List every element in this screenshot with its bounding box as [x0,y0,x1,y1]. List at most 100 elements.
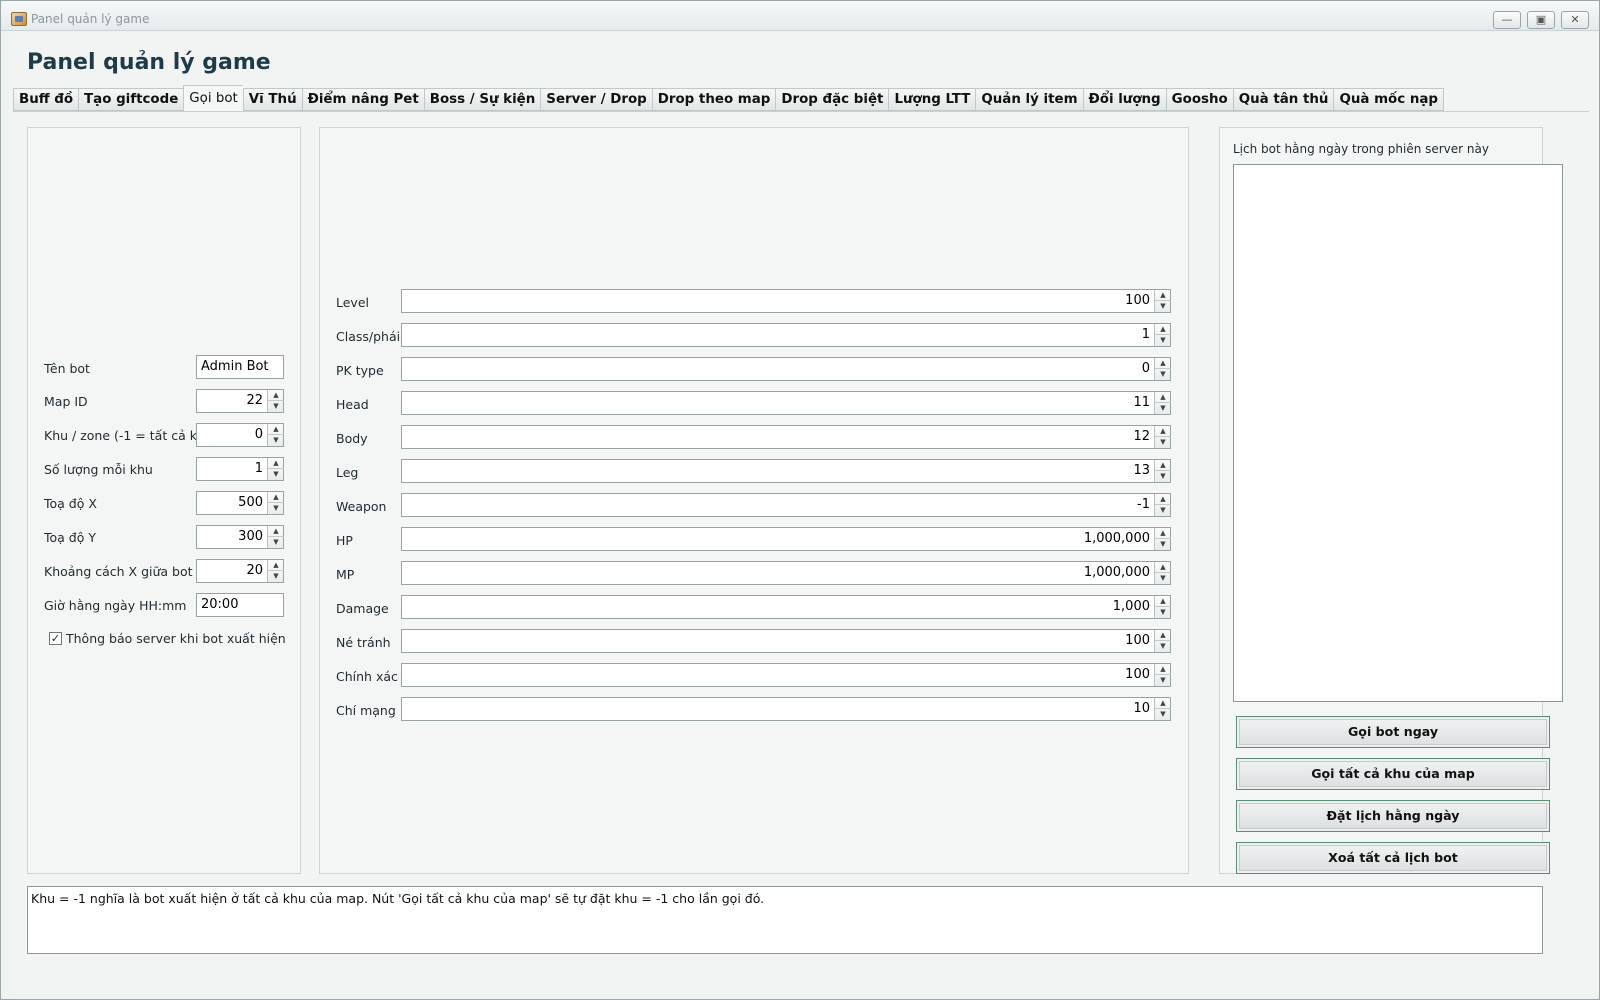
tab-boss-su-kien[interactable]: Boss / Sự kiện [423,88,541,111]
spin-down-icon[interactable]: ▼ [268,435,284,446]
spin-up-icon[interactable]: ▲ [1155,698,1171,709]
zone-spinner[interactable]: 0 ▲ ▼ [196,423,284,447]
spin-up-icon[interactable]: ▲ [1155,426,1171,437]
stat-spinner-pk-type[interactable]: 0 ▲ ▼ [401,357,1171,381]
spin-down-icon[interactable]: ▼ [268,571,284,582]
stat-spinner-damage[interactable]: 1,000 ▲ ▼ [401,595,1171,619]
spin-down-icon[interactable]: ▼ [1155,505,1171,516]
bot-stats-panel: Level 100 ▲ ▼ Class/phái 1 ▲ ▼ PK type 0 ▲ ▼ H… [319,127,1189,874]
bot-spacing-spinner[interactable]: 20 ▲ ▼ [196,559,284,583]
stat-spinner-body[interactable]: 12 ▲ ▼ [401,425,1171,449]
call-all-zones-button[interactable]: Gọi tất cả khu của map [1236,758,1550,790]
spin-down-icon[interactable]: ▼ [268,537,284,548]
spin-up-icon[interactable]: ▲ [1155,324,1171,335]
spin-down-icon[interactable]: ▼ [1155,641,1171,652]
map-id-spinner[interactable]: 22 ▲ ▼ [196,389,284,413]
tab-buff-do[interactable]: Buff đồ [13,88,79,111]
tab-drop-theo-map[interactable]: Drop theo map [651,88,776,111]
title-bar[interactable]: Panel quản lý game — ▣ ✕ [1,1,1599,31]
stat-spinner-dodge[interactable]: 100 ▲ ▼ [401,629,1171,653]
spin-up-icon[interactable]: ▲ [1155,290,1171,301]
spin-up-icon[interactable]: ▲ [1155,562,1171,573]
stat-label-accuracy: Chính xác [336,669,398,684]
spin-down-icon[interactable]: ▼ [1155,335,1171,346]
bot-settings-panel: Tên bot Admin Bot Map ID 22 ▲ ▼ Khu / zon… [27,127,301,874]
spin-up-icon[interactable]: ▲ [268,492,284,503]
bot-name-label: Tên bot [44,361,90,376]
stat-value-head: 11 [1133,395,1150,410]
notify-checkbox[interactable]: ✓ [49,632,62,645]
spin-down-icon[interactable]: ▼ [1155,675,1171,686]
spin-up-icon[interactable]: ▲ [268,390,284,401]
spin-up-icon[interactable]: ▲ [1155,664,1171,675]
stat-label-head: Head [336,397,369,412]
tab-doi-luong[interactable]: Đổi lượng [1082,88,1166,111]
spin-down-icon[interactable]: ▼ [268,503,284,514]
status-textarea[interactable]: Khu = -1 nghĩa là bot xuất hiện ở tất cả… [27,886,1543,954]
spin-up-icon[interactable]: ▲ [1155,528,1171,539]
count-spinner[interactable]: 1 ▲ ▼ [196,457,284,481]
tab-goi-bot[interactable]: Gọi bot [183,85,243,111]
tab-qua-moc-nap[interactable]: Quà mốc nạp [1333,88,1444,111]
stat-spinner-weapon[interactable]: -1 ▲ ▼ [401,493,1171,517]
bot-name-input[interactable]: Admin Bot [196,355,284,379]
tab-qua-tan-thu[interactable]: Quà tân thủ [1232,88,1334,111]
spin-down-icon[interactable]: ▼ [1155,539,1171,550]
spin-down-icon[interactable]: ▼ [1155,301,1171,312]
spin-down-icon[interactable]: ▼ [1155,437,1171,448]
stat-value-weapon: -1 [1137,497,1150,512]
tab-luong-ltt[interactable]: Lượng LTT [888,88,976,111]
stat-spinner-level[interactable]: 100 ▲ ▼ [401,289,1171,313]
spin-down-icon[interactable]: ▼ [268,469,284,480]
tab-goosho[interactable]: Goosho [1165,88,1233,111]
spin-up-icon[interactable]: ▲ [268,560,284,571]
x-coordinate-spinner[interactable]: 500 ▲ ▼ [196,491,284,515]
clear-schedules-button[interactable]: Xoá tất cả lịch bot [1236,842,1550,874]
spin-up-icon[interactable]: ▲ [268,458,284,469]
stat-value-mp: 1,000,000 [1083,565,1150,580]
schedule-list[interactable] [1233,164,1563,702]
schedule-daily-button[interactable]: Đặt lịch hằng ngày [1236,800,1550,832]
tab-vi-thu[interactable]: Vĩ Thú [242,88,302,111]
stat-spinner-mp[interactable]: 1,000,000 ▲ ▼ [401,561,1171,585]
spin-up-icon[interactable]: ▲ [1155,596,1171,607]
stat-spinner-leg[interactable]: 13 ▲ ▼ [401,459,1171,483]
spin-down-icon[interactable]: ▼ [1155,403,1171,414]
spin-up-icon[interactable]: ▲ [1155,460,1171,471]
spin-up-icon[interactable]: ▲ [1155,630,1171,641]
spin-down-icon[interactable]: ▼ [1155,709,1171,720]
stat-label-weapon: Weapon [336,499,387,514]
y-coordinate-spinner[interactable]: 300 ▲ ▼ [196,525,284,549]
stat-spinner-critical[interactable]: 10 ▲ ▼ [401,697,1171,721]
stat-spinner-accuracy[interactable]: 100 ▲ ▼ [401,663,1171,687]
stat-spinner-head[interactable]: 11 ▲ ▼ [401,391,1171,415]
spin-down-icon[interactable]: ▼ [1155,369,1171,380]
tab-tao-giftcode[interactable]: Tạo giftcode [78,88,184,111]
tab-server-drop[interactable]: Server / Drop [540,88,652,111]
spin-up-icon[interactable]: ▲ [268,424,284,435]
stat-spinner-hp[interactable]: 1,000,000 ▲ ▼ [401,527,1171,551]
y-coordinate-value: 300 [238,529,263,544]
spin-down-icon[interactable]: ▼ [1155,471,1171,482]
stat-value-accuracy: 100 [1125,667,1150,682]
spin-down-icon[interactable]: ▼ [1155,607,1171,618]
spin-up-icon[interactable]: ▲ [1155,392,1171,403]
spin-down-icon[interactable]: ▼ [1155,573,1171,584]
minimize-icon[interactable]: — [1493,11,1521,29]
x-coordinate-label: Toạ độ X [44,496,97,511]
daily-time-input[interactable]: 20:00 [196,593,284,617]
stat-spinner-class[interactable]: 1 ▲ ▼ [401,323,1171,347]
tab-quan-ly-item[interactable]: Quản lý item [975,88,1083,111]
map-id-value: 22 [246,393,263,408]
tab-drop-dac-biet[interactable]: Drop đặc biệt [775,88,889,111]
spin-up-icon[interactable]: ▲ [268,526,284,537]
spin-up-icon[interactable]: ▲ [1155,494,1171,505]
call-bot-now-button[interactable]: Gọi bot ngay [1236,716,1550,748]
stat-label-level: Level [336,295,369,310]
close-icon[interactable]: ✕ [1561,11,1589,29]
stat-label-damage: Damage [336,601,389,616]
spin-down-icon[interactable]: ▼ [268,401,284,412]
tab-diem-nang-pet[interactable]: Điểm nâng Pet [301,88,424,111]
spin-up-icon[interactable]: ▲ [1155,358,1171,369]
maximize-icon[interactable]: ▣ [1527,11,1555,29]
